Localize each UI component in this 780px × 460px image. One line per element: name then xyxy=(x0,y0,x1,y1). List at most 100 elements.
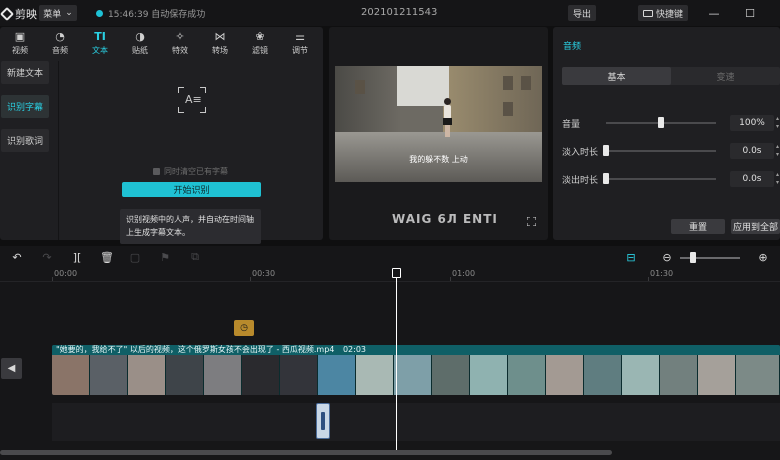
clip-thumbnail xyxy=(508,355,546,395)
time-ruler[interactable]: 00:00 00:30 01:00 01:30 xyxy=(0,268,780,282)
clip-thumbnail xyxy=(318,355,356,395)
subnav-recognize-lyrics[interactable]: 识别歌词 xyxy=(1,129,49,152)
volume-stepper-icon[interactable]: ▴ ▾ xyxy=(776,115,780,131)
scene-person xyxy=(441,98,453,138)
crop-icon[interactable]: ⧉ xyxy=(188,250,202,264)
clip-thumbnail xyxy=(660,355,698,395)
timeline-toolbar: ↶ ↷ ][ 🗑 ▢ ⚑ ⧉ ⊟ ⊖ ⊕ xyxy=(0,246,780,268)
sticker-icon: ◑ xyxy=(135,30,145,43)
clip-thumbnail xyxy=(128,355,166,395)
fade-in-slider-knob[interactable] xyxy=(603,145,609,156)
menu-button[interactable]: 菜单 ⌄ xyxy=(39,5,77,21)
tool-tabs: ▣ 视频 ◔ 音频 TI 文本 ◑ 贴纸 ✧ 特效 ⋈ 转场 ❀ 滤镜 ⚌ 调节 xyxy=(0,27,323,59)
fade-in-label: 淡入时长 xyxy=(562,148,599,158)
fade-out-stepper-icon[interactable]: ▴ ▾ xyxy=(776,171,780,187)
tab-transition[interactable]: ⋈ 转场 xyxy=(200,27,240,59)
apply-all-button[interactable]: 应用到全部 xyxy=(731,219,780,234)
track-audio-icon[interactable]: ◀ xyxy=(1,358,22,379)
clear-subtitles-option[interactable]: 同时清空已有字幕 xyxy=(153,166,228,177)
timeline-scrollbar[interactable] xyxy=(0,450,612,455)
undo-icon[interactable]: ↶ xyxy=(10,250,24,264)
title-bar: 剪映 菜单 ⌄ 15:46:39 自动保存成功 202101211543 导出 … xyxy=(0,0,780,26)
delete-icon[interactable]: 🗑 xyxy=(100,250,114,264)
person-skirt xyxy=(443,118,452,125)
scene-window xyxy=(503,102,513,116)
text-icon: TI xyxy=(94,30,106,43)
ruler-tick xyxy=(648,277,649,281)
start-recognition-button[interactable]: 开始识别 xyxy=(122,182,261,197)
flag-icon[interactable]: ⚑ xyxy=(158,250,172,264)
fullscreen-icon[interactable] xyxy=(527,217,536,226)
clip-thumbnail xyxy=(394,355,432,395)
tab-label: 转场 xyxy=(212,45,228,55)
tab-filter[interactable]: ❀ 滤镜 xyxy=(240,27,280,59)
effects-icon: ✧ xyxy=(175,30,185,43)
tab-basic[interactable]: 基本 xyxy=(562,67,671,85)
tab-text[interactable]: TI 文本 xyxy=(80,27,120,59)
tab-video[interactable]: ▣ 视频 xyxy=(0,27,40,59)
freeze-icon[interactable]: ▢ xyxy=(128,250,142,264)
clip-thumbnail xyxy=(432,355,470,395)
volume-slider-knob[interactable] xyxy=(658,117,664,128)
subnav-recognize-subtitles[interactable]: 识别字幕 xyxy=(1,95,49,118)
clip-thumbnail xyxy=(280,355,318,395)
subnav-new-text[interactable]: 新建文本 xyxy=(1,61,49,84)
timeline: ↶ ↷ ][ 🗑 ▢ ⚑ ⧉ ⊟ ⊖ ⊕ 00:00 00:30 01:00 0… xyxy=(0,246,780,460)
clip-thumbnail xyxy=(698,355,736,395)
fade-in-slider[interactable] xyxy=(606,150,716,152)
ruler-label: 01:30 xyxy=(650,269,674,278)
tab-audio[interactable]: ◔ 音频 xyxy=(40,27,80,59)
shortcut-button[interactable]: 快捷键 xyxy=(638,5,688,21)
redo-icon[interactable]: ↷ xyxy=(40,250,54,264)
media-tools-panel: ▣ 视频 ◔ 音频 TI 文本 ◑ 贴纸 ✧ 特效 ⋈ 转场 ❀ 滤镜 ⚌ 调节 xyxy=(0,27,323,244)
ruler-tick xyxy=(250,277,251,281)
zoom-slider-knob[interactable] xyxy=(690,252,696,263)
reset-button[interactable]: 重置 xyxy=(671,219,725,234)
preview-panel: 我的躲不数 上动 xyxy=(329,27,548,240)
fade-out-value[interactable]: 0.0s xyxy=(730,171,774,187)
audio-clip-marker[interactable]: ◷ xyxy=(234,320,254,336)
tab-label: 文本 xyxy=(92,45,108,55)
tab-adjust[interactable]: ⚌ 调节 xyxy=(280,27,320,59)
fade-out-slider-knob[interactable] xyxy=(603,173,609,184)
save-status-icon xyxy=(96,10,103,17)
tab-speed[interactable]: 变速 xyxy=(671,67,780,85)
maximize-icon[interactable]: ☐ xyxy=(743,6,757,20)
volume-row: 音量 100% ▴ ▾ xyxy=(562,115,780,131)
playhead[interactable] xyxy=(396,270,397,454)
volume-value[interactable]: 100% xyxy=(730,115,774,131)
split-icon[interactable]: ][ xyxy=(70,250,84,264)
zoom-out-icon[interactable]: ⊖ xyxy=(660,250,674,264)
fade-in-value[interactable]: 0.0s xyxy=(730,143,774,159)
zoom-in-icon[interactable]: ⊕ xyxy=(756,250,770,264)
video-preview[interactable]: 我的躲不数 上动 xyxy=(335,66,542,182)
tab-effects[interactable]: ✧ 特效 xyxy=(160,27,200,59)
video-clip[interactable]: "她要的，我给不了" 以后的视频，这个俄罗斯女孩不会出现了 - 西瓜视频.mp4… xyxy=(52,345,780,395)
app-logo: 剪映 xyxy=(0,6,37,22)
snap-icon[interactable]: ⊟ xyxy=(624,250,638,264)
audio-icon: ◔ xyxy=(55,30,65,43)
ruler-label: 00:30 xyxy=(252,269,276,278)
tab-label: 滤镜 xyxy=(252,45,268,55)
tab-sticker[interactable]: ◑ 贴纸 xyxy=(120,27,160,59)
clear-subtitles-checkbox[interactable] xyxy=(153,168,160,175)
fade-out-slider[interactable] xyxy=(606,178,716,180)
clip-thumbnail xyxy=(90,355,128,395)
export-button[interactable]: 导出 xyxy=(568,5,596,21)
watermark-text: WAIG 6Л ENTI xyxy=(392,212,498,226)
fade-in-stepper-icon[interactable]: ▴ ▾ xyxy=(776,143,780,159)
empty-track[interactable] xyxy=(52,403,780,441)
filter-icon: ❀ xyxy=(255,30,265,43)
scene-window xyxy=(355,80,365,94)
preview-subtitle: 我的躲不数 上动 xyxy=(409,155,468,164)
playhead-handle[interactable] xyxy=(392,268,401,278)
frame-corner xyxy=(178,107,184,113)
ruler-tick xyxy=(52,277,53,281)
zoom-slider[interactable] xyxy=(680,257,740,259)
frame-corner xyxy=(200,107,206,113)
minimize-icon[interactable]: — xyxy=(707,6,721,20)
clip-thumbnail xyxy=(546,355,584,395)
clip-thumbnail xyxy=(166,355,204,395)
person-legs xyxy=(445,125,450,137)
small-clip[interactable] xyxy=(316,403,330,439)
